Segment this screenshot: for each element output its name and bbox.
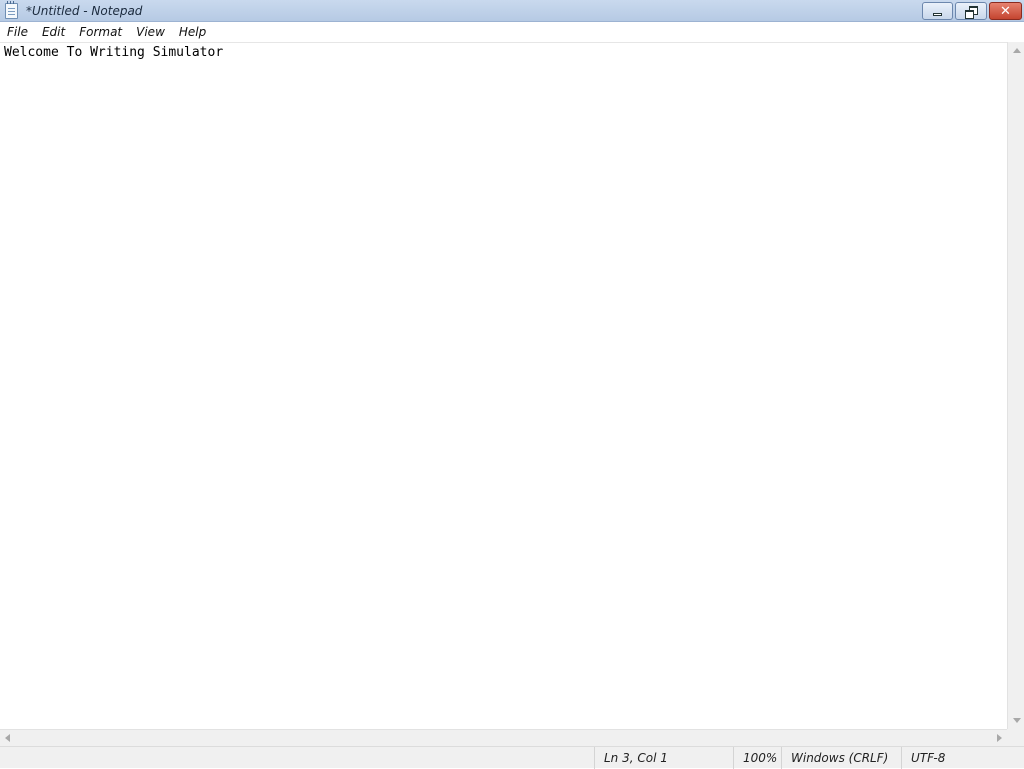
menu-view[interactable]: View [129, 22, 172, 42]
notepad-window: *Untitled - Notepad ✕ File Edit Format V… [0, 0, 1024, 769]
encoding: UTF-8 [901, 747, 1024, 769]
minimize-icon [933, 12, 942, 16]
cursor-position: Ln 3, Col 1 [594, 747, 734, 769]
scroll-left-arrow-icon[interactable] [5, 734, 10, 742]
window-title: *Untitled - Notepad [26, 4, 143, 18]
scrollbar-corner [1007, 729, 1024, 746]
close-icon: ✕ [1000, 3, 1011, 19]
zoom-level: 100% [733, 747, 781, 769]
close-button[interactable]: ✕ [989, 2, 1022, 20]
status-bar: Ln 3, Col 1 100% Windows (CRLF) UTF-8 [0, 746, 1024, 769]
menu-help[interactable]: Help [172, 22, 213, 42]
line-endings: Windows (CRLF) [781, 747, 901, 769]
scroll-up-arrow-icon[interactable] [1013, 48, 1021, 53]
vertical-scrollbar[interactable] [1007, 42, 1024, 729]
scroll-right-arrow-icon[interactable] [997, 734, 1002, 742]
notepad-icon[interactable] [5, 1, 18, 19]
editor-content[interactable]: Welcome To Writing Simulator [4, 45, 223, 60]
title-bar[interactable]: *Untitled - Notepad ✕ [0, 0, 1024, 22]
menu-bar: File Edit Format View Help [0, 22, 1024, 42]
menu-format[interactable]: Format [72, 22, 129, 42]
menu-edit[interactable]: Edit [35, 22, 72, 42]
minimize-button[interactable] [922, 2, 953, 20]
text-editor[interactable]: Welcome To Writing Simulator [0, 42, 1007, 729]
menu-file[interactable]: File [0, 22, 35, 42]
restore-button[interactable] [955, 2, 987, 20]
horizontal-scrollbar[interactable] [0, 729, 1007, 746]
restore-icon [965, 6, 978, 19]
scroll-down-arrow-icon[interactable] [1013, 718, 1021, 723]
